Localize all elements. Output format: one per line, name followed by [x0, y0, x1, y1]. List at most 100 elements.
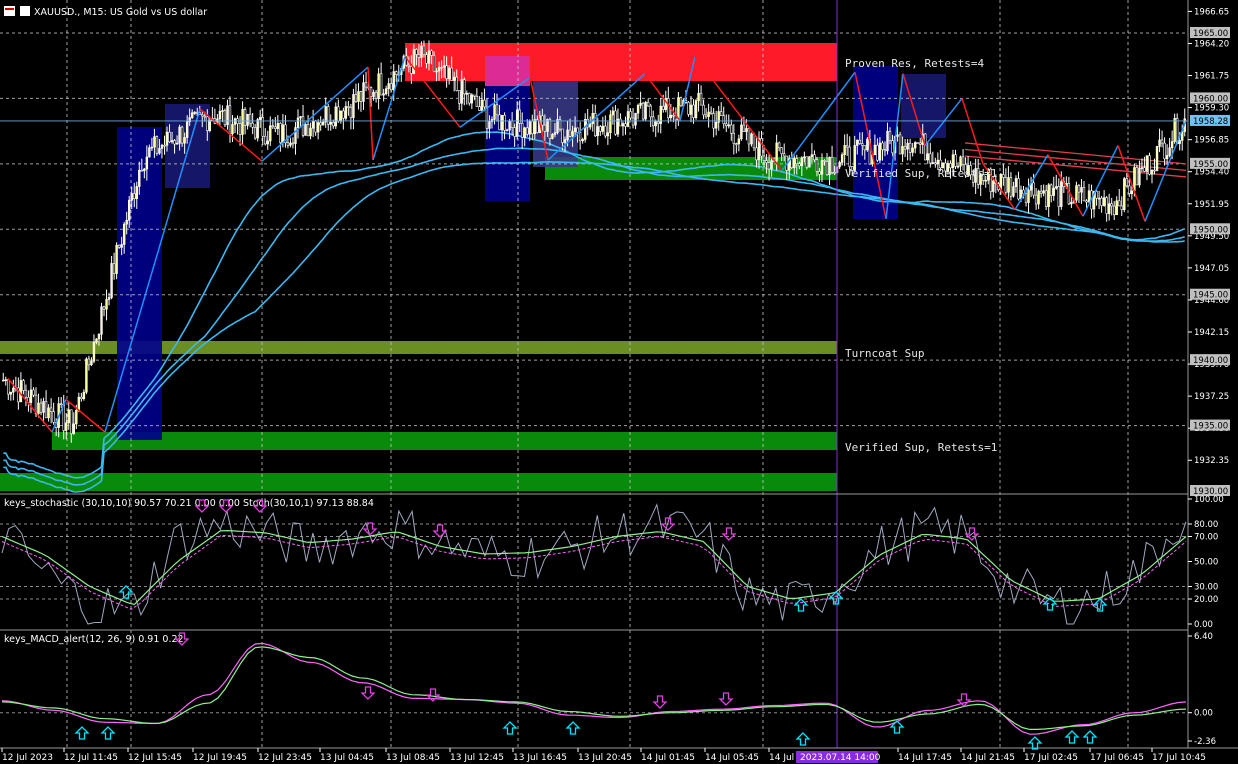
time-tick-label: 14 Jul 05:45 [705, 753, 759, 763]
candle-body [9, 391, 13, 395]
price-chart-canvas[interactable]: Proven Res, Retests=4 Verified Sup, Rete… [0, 0, 1238, 764]
candle-body [299, 116, 302, 119]
candle-body [740, 124, 743, 140]
candle-body [1153, 169, 1156, 172]
candle-body [1128, 185, 1131, 194]
candle-body [117, 244, 121, 248]
candle-body [264, 135, 267, 145]
candle-body [1080, 187, 1083, 193]
candle-body [344, 106, 348, 119]
trade-icon[interactable] [20, 6, 30, 16]
candle-body [750, 133, 753, 145]
candle-body [803, 156, 806, 159]
candle-body [493, 104, 496, 120]
candle-body [500, 114, 504, 131]
candle-body [1135, 167, 1139, 186]
candle-body [70, 409, 73, 434]
candle-body [1170, 141, 1174, 149]
candle-body [473, 94, 476, 97]
candle-body [470, 94, 474, 104]
candle-body [309, 127, 312, 137]
candle-body [432, 55, 436, 72]
candle-body [377, 73, 380, 99]
time-tick-label: 12 Jul 2023 [2, 753, 53, 763]
candle-body [883, 149, 887, 152]
candle-body [80, 396, 83, 400]
candle-body [1039, 190, 1043, 194]
candle-body [1002, 174, 1005, 178]
candle-body [709, 111, 713, 114]
candle-body [4, 379, 7, 381]
candle-body [856, 139, 859, 146]
candle-body [790, 158, 793, 169]
candle-body [362, 82, 365, 102]
candle-body [165, 131, 169, 146]
candle-body [430, 50, 433, 56]
candle-body [475, 95, 479, 107]
candle-body [866, 138, 869, 151]
time-tick-label: 12 Jul 11:45 [64, 753, 118, 763]
candle-body [125, 219, 128, 225]
candle-body [752, 133, 756, 149]
price-tick-label: 1942.15 [1194, 328, 1229, 338]
candle-body [163, 144, 166, 147]
candle-body [1102, 197, 1106, 206]
candle-body [19, 380, 23, 403]
candle-body [626, 111, 630, 127]
candle-body [548, 119, 552, 139]
candle-body [7, 379, 10, 395]
candle-body [735, 143, 738, 145]
candle-body [243, 108, 247, 126]
candle-body [1047, 184, 1050, 207]
candle-body [261, 117, 264, 137]
candle-body [1163, 142, 1166, 160]
candle-body [843, 145, 846, 155]
zone-label: Verified Sup, Retests=1 [845, 167, 997, 180]
price-tick-label: 1964.20 [1194, 39, 1229, 49]
candle-body [145, 156, 149, 170]
candle-body [798, 163, 801, 167]
candle-body [102, 306, 106, 310]
candle-body [201, 114, 204, 117]
candle-body [609, 114, 612, 134]
support-zone-bottom [0, 473, 837, 491]
candle-body [221, 110, 224, 112]
candle-body [720, 111, 723, 117]
candle-body [369, 87, 373, 97]
time-cursor-label: 2023.07.14 14:00 [800, 753, 881, 763]
candle-body [629, 111, 632, 119]
candle-body [634, 112, 637, 126]
candle-body [924, 133, 927, 161]
candle-body [357, 91, 360, 102]
stoch-tick-label: 30.00 [1194, 583, 1218, 593]
candle-body [410, 66, 413, 74]
candle-body [815, 159, 819, 172]
candle-body [1017, 178, 1020, 200]
zone-label: Turncoat Sup [845, 347, 924, 360]
candle-body [916, 142, 919, 144]
candle-body [65, 422, 68, 431]
candle-body [1113, 205, 1116, 216]
candle-body [324, 106, 327, 123]
candle-body [848, 146, 851, 167]
candle-body [858, 139, 861, 144]
candle-body [460, 79, 463, 104]
candle-body [246, 113, 249, 126]
candle-body [1095, 191, 1098, 199]
candle-body [951, 154, 955, 169]
candle-body [87, 358, 91, 366]
candle-body [669, 114, 673, 119]
candle-body [241, 108, 244, 135]
candle-body [747, 128, 751, 145]
candle-body [128, 199, 131, 221]
candle-body [1057, 186, 1060, 207]
candle-body [435, 70, 438, 73]
candle-body [228, 105, 232, 135]
candle-body [604, 125, 607, 137]
candle-body [657, 121, 660, 124]
time-tick-label: 17 Jul 06:45 [1090, 753, 1144, 763]
candle-body [561, 128, 564, 143]
candle-body [274, 126, 277, 129]
candle-body [271, 125, 275, 128]
candle-body [1155, 146, 1159, 171]
